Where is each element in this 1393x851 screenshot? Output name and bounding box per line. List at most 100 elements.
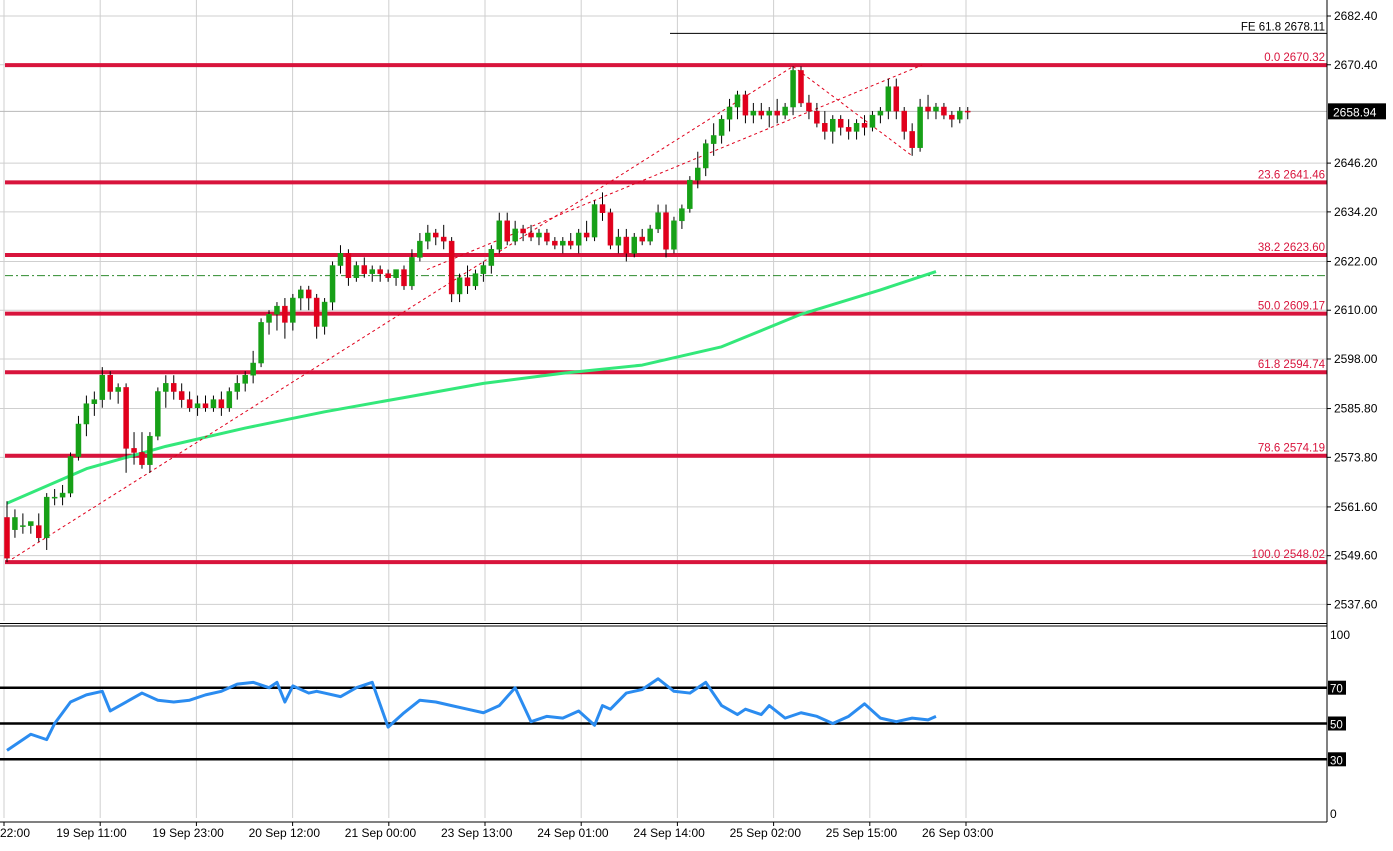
fib-extension-label: FE 61.8 2678.11 [1241, 21, 1325, 33]
candle-body [170, 383, 177, 392]
time-tick-label: 25 Sep 15:00 [826, 826, 898, 840]
price-tick-label: 2537.60 [1334, 597, 1378, 611]
candle-body [266, 314, 272, 323]
candle-body [933, 106, 939, 112]
fibonacci-level-label: 50.0 2609.17 [1258, 301, 1325, 313]
candle-body [67, 456, 74, 494]
candle-body [28, 521, 34, 526]
candle-body [123, 387, 129, 449]
candle-body [43, 496, 50, 539]
candle-body [869, 114, 876, 128]
candle-body [750, 110, 757, 116]
price-tick-label: 2585.80 [1334, 402, 1378, 416]
candle-body [774, 110, 780, 116]
candle-body [853, 123, 860, 132]
candle-body [544, 232, 550, 242]
rsi-level-label: 50 [1330, 720, 1343, 732]
candle-body [242, 374, 248, 384]
rsi-axis-label-min: 0 [1330, 807, 1337, 821]
candle-body [901, 110, 907, 132]
axis-layer: 2682.40 2670.40 2646.20 2634.20 2622.00 2610.… [0, 0, 1386, 840]
candle-body [726, 106, 733, 120]
candle-body [139, 452, 145, 465]
candle-body [702, 143, 709, 169]
candle-body [99, 374, 106, 400]
candle-body [893, 86, 900, 112]
rsi-level-label: 30 [1330, 755, 1343, 767]
time-tick-label: 25 Sep 02:00 [730, 826, 802, 840]
time-tick-label: 20 Sep 12:00 [249, 826, 321, 840]
candle-body [560, 240, 566, 246]
candle-body [488, 249, 495, 266]
fibonacci-level-label: 23.6 2641.46 [1258, 169, 1325, 181]
candle-body [957, 110, 963, 120]
candle-body [51, 496, 58, 499]
candle-body [305, 289, 312, 299]
candle-body [210, 399, 217, 408]
candle-body [290, 297, 296, 323]
candle-body [313, 297, 320, 327]
rsi-level-label: 70 [1330, 684, 1343, 696]
time-tick-label: 19 Sep 11:00 [56, 826, 127, 840]
candle-body [345, 253, 352, 278]
price-tick-label: 2682.40 [1334, 9, 1378, 23]
price-chart-svg: 0.0 2670.32 23.6 2641.46 38.2 2623.60 50.0 … [0, 0, 1386, 840]
fibonacci-level-label: 100.0 2548.02 [1251, 549, 1325, 561]
grid-layer [0, 0, 1327, 818]
candle-body [964, 110, 971, 113]
candle-body [417, 240, 423, 258]
candle-body [440, 236, 447, 242]
candle-body [353, 265, 360, 278]
candle-body [496, 220, 503, 250]
candle-body [393, 269, 399, 278]
time-tick-label: 24 Sep 01:00 [537, 826, 609, 840]
time-tick-label: 24 Sep 14:00 [633, 826, 705, 840]
candle-body [512, 228, 518, 242]
candle-body [734, 94, 741, 108]
candle-body [218, 399, 225, 408]
candle-body [186, 399, 193, 408]
candle-body [194, 403, 201, 408]
fibonacci-level-label: 38.2 2623.60 [1258, 242, 1325, 254]
rsi-axis-label-max: 100 [1330, 628, 1350, 642]
chart-container: 0.0 2670.32 23.6 2641.46 38.2 2623.60 50.0 … [0, 0, 1393, 846]
candle-body [925, 106, 931, 112]
price-tick-label: 2598.00 [1334, 352, 1378, 366]
candle-body [401, 269, 407, 287]
candle-body [464, 277, 471, 287]
candle-body [234, 383, 241, 392]
price-tick-label: 2549.60 [1334, 549, 1378, 563]
candle-body [790, 70, 796, 108]
candle-body [456, 277, 463, 295]
price-tick-label: 2646.20 [1334, 156, 1378, 170]
candle-body [250, 362, 256, 376]
candle-body [377, 269, 383, 274]
time-tick-label: 26 Sep 03:00 [922, 826, 994, 840]
current-price-label: 2658.94 [1333, 105, 1377, 119]
candle-body [742, 94, 749, 116]
candle-body [226, 391, 233, 408]
candle-body [504, 220, 510, 242]
price-tick-label: 2573.80 [1334, 450, 1378, 464]
candle-body [36, 525, 42, 539]
fibonacci-layer: 0.0 2670.32 23.6 2641.46 38.2 2623.60 50.0 … [5, 21, 1327, 565]
candle-body [425, 232, 431, 242]
candle-body [575, 232, 582, 246]
candle-body [671, 220, 677, 250]
candle-body [115, 387, 121, 392]
candle-body [949, 114, 955, 120]
candle-body [433, 232, 439, 238]
candle-body [83, 403, 90, 425]
candle-body [837, 118, 844, 128]
time-tick-label: 23 Sep 13:00 [441, 826, 513, 840]
time-tick-label: 19 Sep 23:00 [152, 826, 224, 840]
price-tick-label: 2610.00 [1334, 303, 1378, 317]
candle-body [131, 448, 137, 453]
candle-body [647, 228, 653, 242]
candle-body [282, 305, 288, 323]
time-tick-label: 21 Sep 00:00 [345, 826, 417, 840]
candle-body [766, 110, 772, 116]
candle-body [758, 110, 765, 116]
candle-body [909, 131, 915, 148]
candle-body [448, 240, 455, 295]
